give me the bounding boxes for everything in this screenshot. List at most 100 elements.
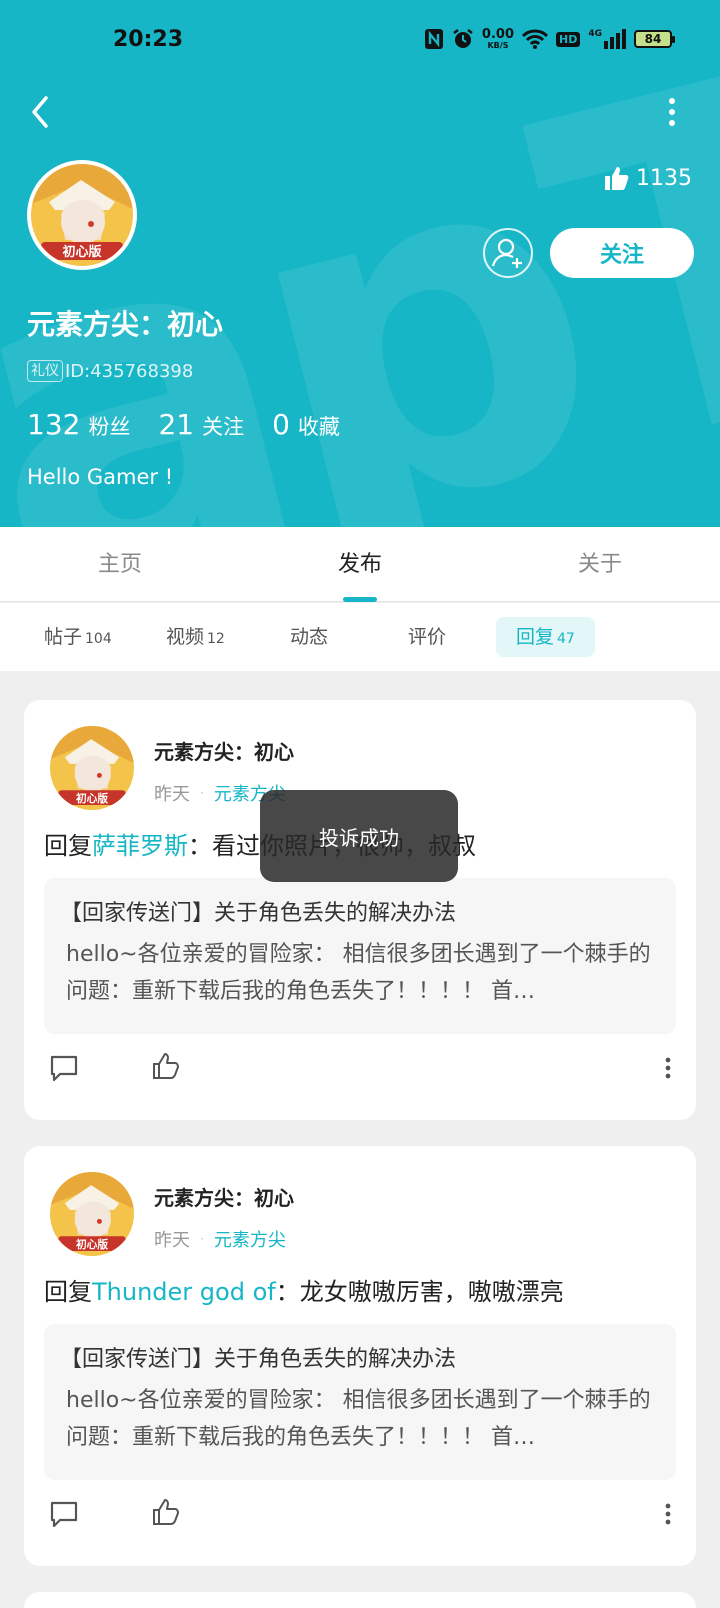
profile-stats: 132 粉丝 21 关注 0 收藏 [27,408,368,441]
comment-button[interactable] [48,1498,80,1530]
reply-content: ：龙女嗷嗷厉害，嗷嗷漂亮 [275,1278,564,1306]
card-time: 昨天 [154,1230,190,1251]
subtab-threads[interactable]: 帖子 104 [24,617,132,657]
profile-id-line: 礼仪 ID:435768398 [27,360,193,382]
wifi-icon [522,29,548,49]
avatar-image: 初心版 [31,164,133,266]
toast-message: 投诉成功 [260,790,458,882]
card-reply-text[interactable]: 回复Thunder god of：龙女嗷嗷厉害，嗷嗷漂亮 [44,1272,564,1307]
meta-separator: · [200,1232,204,1246]
nfc-icon [424,29,443,49]
reply-prefix: 回复 [44,1278,92,1306]
profile-id: ID:435768398 [65,360,194,382]
subtab-videos-label: 视频 [166,626,205,648]
subtab-threads-label: 帖子 [44,626,83,648]
card-avatar[interactable]: 初心版 [50,1172,134,1256]
follow-button[interactable]: 关注 [550,228,694,278]
subtab-reviews-label: 评价 [408,626,447,648]
signal-label: 4G [588,29,602,39]
following-count[interactable]: 21 [158,408,194,441]
card-avatar[interactable]: 初心版 [50,726,134,810]
quoted-post-excerpt: hello~各位亲爱的冒险家： 相信很多团长遇到了一个棘手的问题：重新下载后我的… [66,942,651,1004]
quoted-post-title: 【回家传送门】关于角色丢失的解决办法 [60,1347,457,1372]
sub-tab-bar: 帖子 104 视频 12 动态 评价 回复 47 [0,603,720,671]
quoted-post-excerpt: hello~各位亲爱的冒险家： 相信很多团长遇到了一个棘手的问题：重新下载后我的… [66,1388,651,1450]
reply-prefix: 回复 [44,832,92,860]
tab-posts[interactable]: 发布 [300,527,420,602]
net-speed-unit: KB/S [487,41,509,50]
more-vertical-icon [669,98,675,126]
avatar-image: 初心版 [50,726,134,810]
favorites-count[interactable]: 0 [272,408,290,441]
likes-count[interactable]: 1135 [602,164,692,192]
add-user-icon [491,238,522,268]
favorites-label[interactable]: 收藏 [298,411,340,441]
subtab-replies-count: 47 [557,631,575,647]
comment-icon [50,1501,78,1528]
subtab-moments[interactable]: 动态 [270,617,348,657]
fans-count[interactable]: 132 [27,408,80,441]
like-button[interactable] [150,1050,182,1082]
subtab-replies-label: 回复 [516,626,555,648]
subtab-replies[interactable]: 回复 47 [496,617,595,657]
card-time: 昨天 [154,784,190,805]
comment-button[interactable] [48,1052,80,1084]
profile-username: 元素方尖：初心 [27,308,224,341]
chevron-left-icon [32,96,48,128]
reply-card-partial[interactable] [24,1592,696,1608]
reply-target-user[interactable]: 萨菲罗斯 [92,832,188,860]
svg-text:初心版: 初心版 [76,792,108,805]
subtab-reviews[interactable]: 评价 [388,617,466,657]
status-bar: 20:23 0.00 KB/S HD 4G 84 [0,0,720,82]
hd-badge: HD [556,31,581,47]
battery-indicator: 84 [634,30,675,48]
like-button[interactable] [150,1496,182,1528]
svg-text:初心版: 初心版 [62,244,101,260]
main-tab-bar: 主页 发布 关于 [0,527,720,602]
user-tag-badge: 礼仪 [27,360,63,382]
comment-icon [50,1055,78,1082]
net-speed: 0.00 KB/S [482,28,514,50]
more-vertical-icon [665,1503,671,1525]
subtab-videos[interactable]: 视频 12 [146,617,245,657]
tab-home[interactable]: 主页 [60,527,180,602]
thumbs-up-outline-icon [153,1499,179,1525]
quoted-post[interactable]: 【回家传送门】关于角色丢失的解决办法 hello~各位亲爱的冒险家： 相信很多团… [44,1324,676,1480]
more-options-button[interactable] [662,96,682,128]
card-username[interactable]: 元素方尖：初心 [154,1182,294,1211]
reply-card[interactable]: 初心版 元素方尖：初心 昨天 · 元素方尖 回复Thunder god of：龙… [24,1146,696,1566]
profile-bio: Hello Gamer ! [27,465,174,489]
quoted-post[interactable]: 【回家传送门】关于角色丢失的解决办法 hello~各位亲爱的冒险家： 相信很多团… [44,878,676,1034]
reply-target-user[interactable]: Thunder god of [92,1278,276,1306]
subtab-threads-count: 104 [85,631,112,647]
tab-about[interactable]: 关于 [540,527,660,602]
signal-icon: 4G [588,29,626,49]
following-label[interactable]: 关注 [202,411,244,441]
thumbs-up-outline-icon [153,1053,179,1079]
profile-avatar[interactable]: 初心版 [27,160,137,270]
net-speed-value: 0.00 [481,27,514,42]
more-vertical-icon [665,1057,671,1079]
quoted-post-title: 【回家传送门】关于角色丢失的解决办法 [60,901,457,926]
alarm-icon [453,29,473,48]
thumbs-up-icon [605,167,629,190]
status-icons: 0.00 KB/S HD 4G 84 [424,28,675,50]
card-game-link[interactable]: 元素方尖 [214,1226,286,1252]
active-tab-indicator [343,597,377,602]
meta-separator: · [200,786,204,800]
subtab-videos-count: 12 [207,631,225,647]
card-meta: 昨天 · 元素方尖 [154,1226,286,1252]
avatar-image: 初心版 [50,1172,134,1256]
back-button[interactable] [24,92,58,132]
subtab-moments-label: 动态 [290,626,329,648]
status-time: 20:23 [113,27,184,52]
likes-value: 1135 [636,165,692,191]
fans-label[interactable]: 粉丝 [88,411,130,441]
card-more-button[interactable] [664,1056,672,1080]
profile-header: apTap 20:23 0.00 KB/S HD 4G 84 初心版 1135 … [0,0,720,527]
reply-card[interactable]: 初心版 元素方尖：初心 昨天 · 元素方尖 回复萨菲罗斯：看过你照片，很帅，叔叔… [24,700,696,1120]
card-more-button[interactable] [664,1502,672,1526]
card-username[interactable]: 元素方尖：初心 [154,736,294,765]
svg-text:初心版: 初心版 [76,1238,108,1251]
add-friend-button[interactable] [483,228,533,278]
